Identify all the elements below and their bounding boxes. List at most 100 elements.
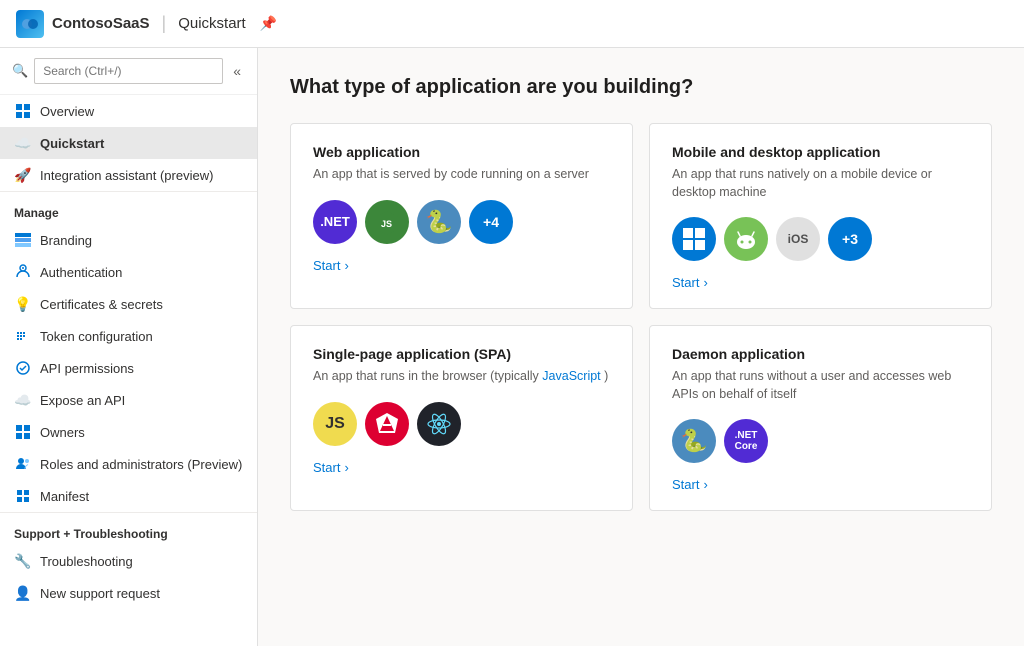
ios-icon: iOS (776, 217, 820, 261)
sidebar-item-quickstart[interactable]: ☁️ Quickstart (0, 127, 257, 159)
mobile-desktop-title: Mobile and desktop application (672, 144, 969, 160)
card-spa[interactable]: Single-page application (SPA) An app tha… (290, 325, 633, 511)
sidebar-item-api-permissions[interactable]: API permissions (0, 352, 257, 384)
web-app-title: Web application (313, 144, 610, 160)
search-icon: 🔍 (12, 63, 28, 79)
sidebar-item-owners[interactable]: Owners (0, 416, 257, 448)
start-arrow-icon-2: › (703, 275, 707, 290)
mobile-desktop-start-link[interactable]: Start › (672, 275, 969, 290)
daemon-icons: 🐍 .NETCore (672, 419, 969, 463)
sidebar-item-authentication[interactable]: Authentication (0, 256, 257, 288)
sidebar-item-roles[interactable]: Roles and administrators (Preview) (0, 448, 257, 480)
api-permissions-label: API permissions (40, 361, 134, 376)
branding-icon (14, 231, 32, 249)
title-separator: | (162, 13, 167, 34)
card-daemon[interactable]: Daemon application An app that runs with… (649, 325, 992, 511)
spa-desc-text: An app that runs in the browser (typical… (313, 369, 539, 383)
app-type-cards-grid: Web application An app that is served by… (290, 123, 992, 511)
mobile-desktop-desc: An app that runs natively on a mobile de… (672, 166, 969, 201)
sidebar-item-branding[interactable]: Branding (0, 224, 257, 256)
spa-icons: JS (313, 402, 610, 446)
expose-api-icon: ☁️ (14, 391, 32, 409)
support-section-header: Support + Troubleshooting (0, 512, 257, 545)
spa-desc: An app that runs in the browser (typical… (313, 368, 610, 386)
sidebar-item-expose-api[interactable]: ☁️ Expose an API (0, 384, 257, 416)
sidebar-item-certificates[interactable]: 💡 Certificates & secrets (0, 288, 257, 320)
certificates-label: Certificates & secrets (40, 297, 163, 312)
web-app-start-link[interactable]: Start › (313, 258, 610, 273)
daemon-start-link[interactable]: Start › (672, 477, 969, 492)
manage-section-header: Manage (0, 191, 257, 224)
owners-label: Owners (40, 425, 85, 440)
daemon-python-icon: 🐍 (672, 419, 716, 463)
spa-title: Single-page application (SPA) (313, 346, 610, 362)
api-permissions-icon (14, 359, 32, 377)
authentication-label: Authentication (40, 265, 122, 280)
support-request-icon: 👤 (14, 584, 32, 602)
sidebar-item-integration[interactable]: 🚀 Integration assistant (preview) (0, 159, 257, 191)
app-name: ContosoSaaS (52, 15, 150, 32)
windows-icon (672, 217, 716, 261)
sidebar-item-manifest[interactable]: Manifest (0, 480, 257, 512)
main-content: What type of application are you buildin… (258, 48, 1024, 646)
card-web-app[interactable]: Web application An app that is served by… (290, 123, 633, 309)
roles-label: Roles and administrators (Preview) (40, 457, 242, 472)
authentication-icon (14, 263, 32, 281)
netcore-icon: .NETCore (724, 419, 768, 463)
javascript-icon: JS (313, 402, 357, 446)
plus4-badge: +4 (469, 200, 513, 244)
roles-icon (14, 455, 32, 473)
spa-start-link[interactable]: Start › (313, 460, 610, 475)
daemon-title: Daemon application (672, 346, 969, 362)
integration-icon: 🚀 (14, 166, 32, 184)
dotnet-icon: .NET (313, 200, 357, 244)
overview-label: Overview (40, 104, 94, 119)
python-icon: 🐍 (417, 200, 461, 244)
topbar: ContosoSaaS | Quickstart 📌 (0, 0, 1024, 48)
pin-icon[interactable]: 📌 (260, 15, 277, 32)
sidebar-item-troubleshooting[interactable]: 🔧 Troubleshooting (0, 545, 257, 577)
troubleshooting-icon: 🔧 (14, 552, 32, 570)
main-layout: 🔍 « Overview ☁️ Quickstart 🚀 Integration… (0, 48, 1024, 646)
search-input[interactable] (34, 58, 223, 84)
start-arrow-icon: › (344, 258, 348, 273)
android-icon (724, 217, 768, 261)
sidebar: 🔍 « Overview ☁️ Quickstart 🚀 Integration… (0, 48, 258, 646)
integration-label: Integration assistant (preview) (40, 168, 213, 183)
mobile-desktop-icons: iOS +3 (672, 217, 969, 261)
start-arrow-icon-4: › (703, 477, 707, 492)
manifest-label: Manifest (40, 489, 89, 504)
overview-icon (14, 102, 32, 120)
troubleshooting-label: Troubleshooting (40, 554, 133, 569)
app-logo (16, 10, 44, 38)
svg-text:JS: JS (381, 219, 392, 229)
certificates-icon: 💡 (14, 295, 32, 313)
sidebar-item-support-request[interactable]: 👤 New support request (0, 577, 257, 609)
start-arrow-icon-3: › (344, 460, 348, 475)
sidebar-item-token[interactable]: Token configuration (0, 320, 257, 352)
manifest-icon (14, 487, 32, 505)
react-icon (417, 402, 461, 446)
page-question: What type of application are you buildin… (290, 76, 992, 99)
quickstart-label: Quickstart (40, 136, 104, 151)
sidebar-item-overview[interactable]: Overview (0, 95, 257, 127)
page-title: Quickstart (178, 15, 246, 32)
daemon-desc: An app that runs without a user and acce… (672, 368, 969, 403)
card-mobile-desktop[interactable]: Mobile and desktop application An app th… (649, 123, 992, 309)
collapse-button[interactable]: « (229, 61, 245, 81)
support-request-label: New support request (40, 586, 160, 601)
nodejs-icon: JS (365, 200, 409, 244)
quickstart-icon: ☁️ (14, 134, 32, 152)
spa-desc-link[interactable]: JavaScript (542, 369, 600, 383)
angular-icon (365, 402, 409, 446)
branding-label: Branding (40, 233, 92, 248)
token-icon (14, 327, 32, 345)
search-container: 🔍 « (0, 48, 257, 95)
owners-icon (14, 423, 32, 441)
web-app-desc: An app that is served by code running on… (313, 166, 610, 184)
plus3-badge: +3 (828, 217, 872, 261)
expose-api-label: Expose an API (40, 393, 125, 408)
spa-desc-text2: ) (604, 369, 608, 383)
token-label: Token configuration (40, 329, 153, 344)
web-app-icons: .NET JS 🐍 +4 (313, 200, 610, 244)
